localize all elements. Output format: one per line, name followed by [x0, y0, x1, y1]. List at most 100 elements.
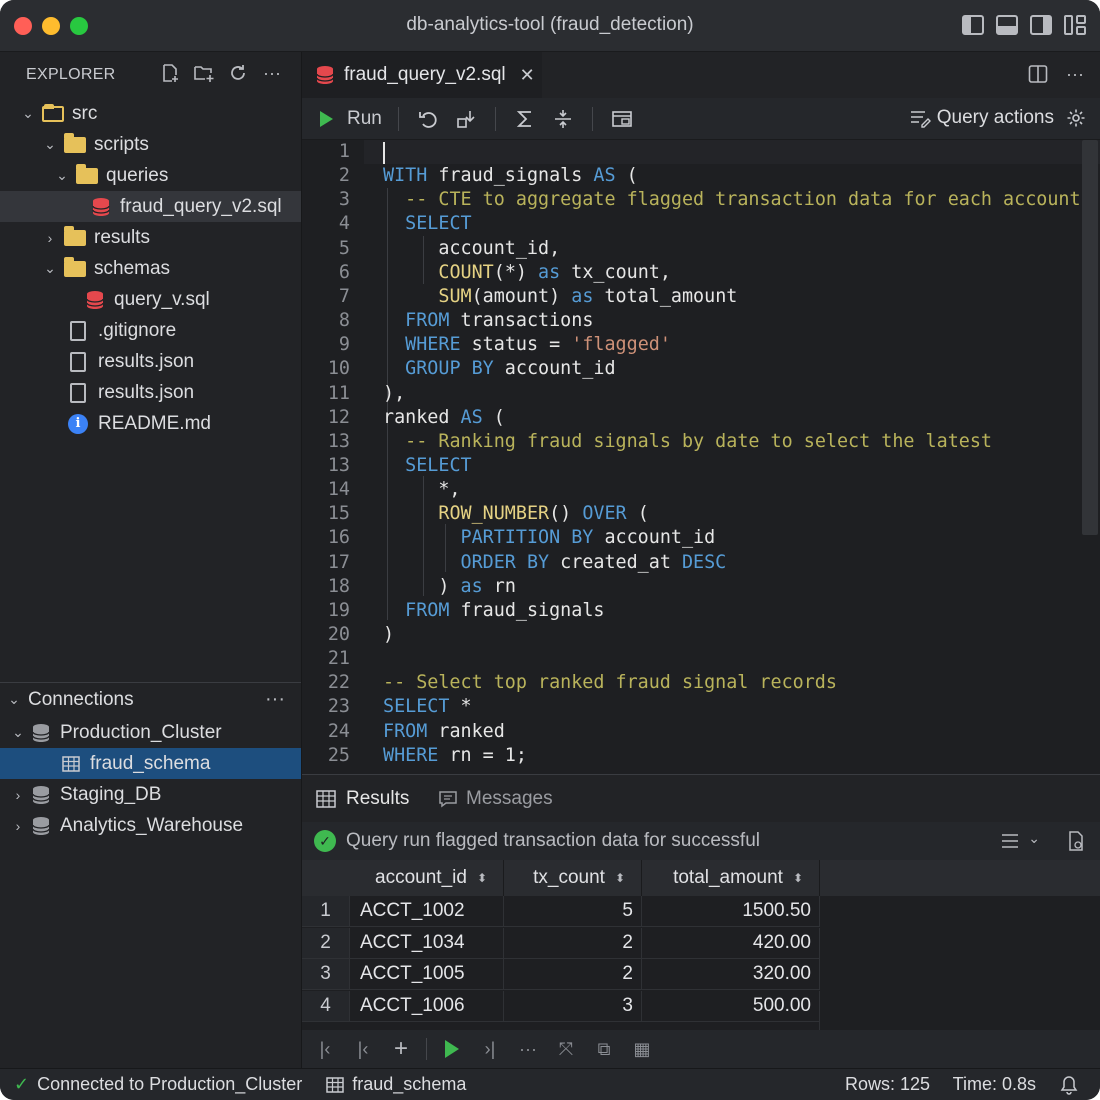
table-row[interactable]: 2 ACCT_1034 2 420.00 — [302, 927, 822, 959]
table-cell-tx-count[interactable]: 3 — [504, 990, 642, 1022]
code-line[interactable]: 25 WHERE rn = 1; — [302, 744, 1100, 768]
explain-plan-icon[interactable] — [455, 108, 477, 130]
bell-icon[interactable] — [1060, 1075, 1078, 1095]
first-page-icon[interactable]: |‹ — [306, 1039, 344, 1060]
tree-file-results-json[interactable]: results.json — [0, 346, 301, 377]
row-number[interactable]: 2 — [302, 927, 350, 959]
code-line[interactable]: 7 SUM(amount) as total_amount — [302, 285, 1100, 309]
row-number[interactable]: 4 — [302, 990, 350, 1022]
tab-messages[interactable]: Messages — [438, 775, 553, 823]
connection-schema-fraud[interactable]: fraud_schema — [0, 748, 301, 779]
toggle-panel-icon[interactable] — [996, 15, 1018, 35]
more-actions-icon[interactable]: ··· — [261, 62, 283, 84]
connections-more-icon[interactable]: ··· — [265, 688, 285, 711]
table-cell-tx-count[interactable]: 2 — [504, 959, 642, 990]
split-editor-icon[interactable] — [1028, 64, 1048, 84]
code-line[interactable]: 10 GROUP BY account_id — [302, 357, 1100, 381]
table-cell-total-amount[interactable]: 320.00 — [642, 959, 820, 990]
tree-file-gitignore[interactable]: .gitignore — [0, 315, 301, 346]
undo-icon[interactable] — [417, 108, 439, 130]
code-line[interactable]: 5 account_id, — [302, 237, 1100, 261]
tree-file-results-json[interactable]: results.json — [0, 377, 301, 408]
connections-header[interactable]: ⌄ Connections — [0, 684, 301, 715]
code-line[interactable]: 20) — [302, 623, 1100, 647]
table-cell-account-id[interactable]: ACCT_1005 — [350, 959, 504, 990]
more-actions-icon[interactable]: ··· — [1066, 64, 1084, 85]
chevron-down-icon[interactable]: ⌄ — [1028, 830, 1040, 847]
code-line[interactable]: 9 WHERE status = 'flagged' — [302, 333, 1100, 357]
table-cell-account-id[interactable]: ACCT_1034 — [350, 927, 504, 959]
table-row[interactable]: 4 ACCT_1006 3 500.00 — [302, 990, 822, 1022]
code-editor[interactable]: 1 2 WITH fraud_signals AS (3 -- CTE to agg… — [302, 140, 1100, 774]
prev-page-icon[interactable]: |‹ — [344, 1039, 382, 1060]
new-folder-icon[interactable] — [193, 62, 215, 84]
table-cell-tx-count[interactable]: 5 — [504, 896, 642, 927]
tree-file-query-v[interactable]: query_v.sql — [0, 284, 301, 315]
code-line[interactable]: 6 COUNT(*) as tx_count, — [302, 261, 1100, 285]
tab-results[interactable]: Results — [316, 775, 409, 823]
code-line[interactable]: 3 -- CTE to aggregate flagged transactio… — [302, 188, 1100, 212]
table-cell-total-amount[interactable]: 500.00 — [642, 990, 820, 1022]
column-header-total-amount[interactable]: total_amount ⬍ — [642, 860, 820, 896]
last-page-icon[interactable]: ›| — [471, 1039, 509, 1060]
table-row[interactable]: 3 ACCT_1005 2 320.00 — [302, 959, 822, 990]
tree-file-readme[interactable]: i README.md — [0, 408, 301, 439]
connection-production-cluster[interactable]: ⌄ Production_Cluster — [0, 717, 301, 748]
code-line[interactable]: 16 PARTITION BY account_id — [302, 526, 1100, 550]
tree-folder-scripts[interactable]: ⌄ scripts — [0, 129, 301, 160]
tree-folder-src[interactable]: ⌄ src — [0, 98, 301, 129]
tree-folder-schemas[interactable]: ⌄ schemas — [0, 253, 301, 284]
column-header-tx-count[interactable]: tx_count ⬍ — [504, 860, 642, 896]
tree-folder-results[interactable]: › results — [0, 222, 301, 253]
table-cell-account-id[interactable]: ACCT_1006 — [350, 990, 504, 1022]
code-line[interactable]: 8 FROM transactions — [302, 309, 1100, 333]
code-line[interactable]: 24 FROM ranked — [302, 720, 1100, 744]
table-cell-tx-count[interactable]: 2 — [504, 927, 642, 959]
split-lines-icon[interactable] — [552, 108, 574, 130]
editor-tab-fraud-query[interactable]: fraud_query_v2.sql ✕ — [302, 52, 542, 98]
connection-status[interactable]: Connected to Production_Cluster — [37, 1074, 302, 1095]
code-line[interactable]: 22 -- Select top ranked fraud signal reco… — [302, 671, 1100, 695]
sigma-icon[interactable] — [514, 108, 536, 130]
code-line[interactable]: 17 ORDER BY created_at DESC — [302, 551, 1100, 575]
code-line[interactable]: 13 SELECT — [302, 454, 1100, 478]
list-view-icon[interactable] — [1000, 832, 1020, 850]
table-cell-total-amount[interactable]: 1500.50 — [642, 896, 820, 927]
more-icon[interactable]: ··· — [509, 1039, 547, 1060]
code-line[interactable]: 11), — [302, 382, 1100, 406]
add-row-icon[interactable]: + — [382, 1035, 420, 1063]
customize-layout-icon[interactable] — [1064, 15, 1086, 35]
code-line[interactable]: 21 — [302, 647, 1100, 671]
row-number[interactable]: 1 — [302, 896, 350, 927]
grid-icon[interactable]: ▦ — [623, 1039, 661, 1060]
export-file-icon[interactable] — [1066, 830, 1086, 852]
code-line[interactable]: 19 FROM fraud_signals — [302, 599, 1100, 623]
column-header-account-id[interactable]: account_id ⬍ — [350, 860, 504, 896]
gear-icon[interactable] — [1066, 108, 1086, 128]
table-cell-account-id[interactable]: ACCT_1002 — [350, 896, 504, 927]
tree-folder-queries[interactable]: ⌄ queries — [0, 160, 301, 191]
output-window-icon[interactable] — [611, 108, 635, 130]
code-line[interactable]: 2 WITH fraud_signals AS ( — [302, 164, 1100, 188]
collapse-icon[interactable]: ⤧ — [547, 1039, 585, 1060]
code-line[interactable]: 12 ranked AS ( — [302, 406, 1100, 430]
query-actions-button[interactable]: Query actions — [909, 107, 1086, 129]
code-line[interactable]: 15 ROW_NUMBER() OVER ( — [302, 502, 1100, 526]
code-line[interactable]: 23 SELECT * — [302, 695, 1100, 719]
copy-icon[interactable]: ⧉ — [585, 1039, 623, 1060]
table-cell-total-amount[interactable]: 420.00 — [642, 927, 820, 959]
code-line[interactable]: 13 -- Ranking fraud signals by date to s… — [302, 430, 1100, 454]
run-button[interactable]: Run — [302, 108, 382, 130]
code-line[interactable]: 1 — [302, 140, 1100, 164]
play-icon[interactable] — [445, 1040, 459, 1058]
refresh-icon[interactable] — [227, 62, 249, 84]
new-file-icon[interactable] — [159, 62, 181, 84]
toggle-secondary-sidebar-icon[interactable] — [1030, 15, 1052, 35]
code-line[interactable]: 18 ) as rn — [302, 575, 1100, 599]
connection-analytics-warehouse[interactable]: › Analytics_Warehouse — [0, 810, 301, 841]
toggle-primary-sidebar-icon[interactable] — [962, 15, 984, 35]
table-row[interactable]: 1 ACCT_1002 5 1500.50 — [302, 896, 822, 927]
tree-file-fraud-query-v2[interactable]: fraud_query_v2.sql — [0, 191, 301, 222]
code-line[interactable]: 14 *, — [302, 478, 1100, 502]
connection-staging-db[interactable]: › Staging_DB — [0, 779, 301, 810]
